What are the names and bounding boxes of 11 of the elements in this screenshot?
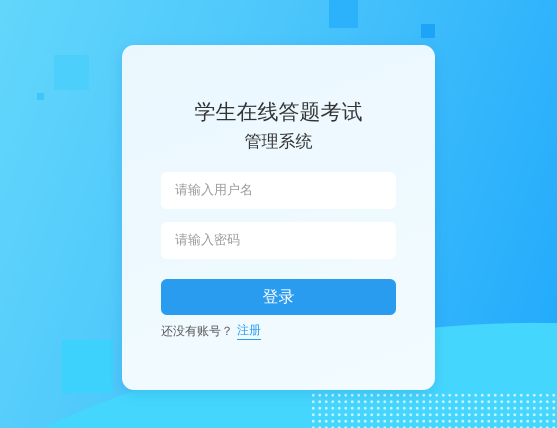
decor-square <box>421 24 435 38</box>
title: 学生在线答题考试 <box>194 99 362 125</box>
login-button[interactable]: 登录 <box>161 279 396 315</box>
decor-square <box>62 340 113 393</box>
decor-square <box>329 0 358 28</box>
register-prompt: 还没有账号？ <box>161 322 233 340</box>
decor-square <box>37 93 44 100</box>
register-link[interactable]: 注册 <box>237 322 261 340</box>
input-field[interactable]: 请输入用户名 <box>161 172 396 209</box>
input-field[interactable]: 请输入密码 <box>161 222 396 259</box>
subtitle: 管理系统 <box>244 131 312 154</box>
